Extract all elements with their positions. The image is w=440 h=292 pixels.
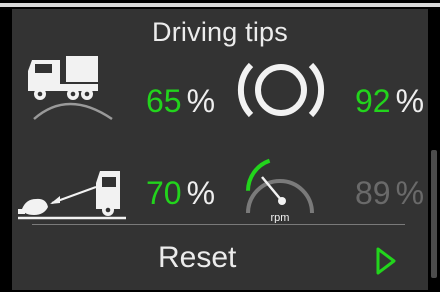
divider — [32, 224, 405, 225]
metric-hill-value: 65 — [146, 83, 182, 119]
metric-hill-percent: 65% — [146, 83, 215, 120]
rpm-gauge-icon: rpm — [246, 158, 314, 223]
reset-button[interactable]: Reset — [158, 241, 236, 275]
metric-brake-unit: % — [395, 83, 425, 119]
metric-rpm-unit: % — [395, 175, 425, 211]
scrollbar-thumb[interactable] — [431, 150, 437, 278]
metric-coasting-percent: 70% — [146, 175, 215, 212]
tire-brake-icon — [237, 62, 325, 118]
truck-hill-icon — [28, 56, 113, 121]
play-arrow-icon[interactable] — [375, 246, 397, 276]
metric-coasting-unit: % — [186, 175, 216, 211]
metric-coasting-value: 70 — [146, 175, 182, 211]
page-title: Driving tips — [152, 17, 288, 47]
metric-brake-percent: 92% — [355, 83, 424, 120]
rpm-gauge-label: rpm — [271, 212, 290, 223]
metric-brake-value: 92 — [355, 83, 391, 119]
metric-rpm-value: 89 — [355, 175, 391, 211]
rpm-gauge-green-zone — [246, 158, 271, 191]
top-bezel-stripe — [0, 3, 440, 7]
metric-hill-unit: % — [186, 83, 216, 119]
truck-coasting-icon — [18, 171, 126, 220]
metric-rpm-percent: 89% — [355, 175, 424, 212]
driving-tips-screen: Driving tips 65% 92% 70 % rpm 89 % Reset — [12, 9, 428, 290]
